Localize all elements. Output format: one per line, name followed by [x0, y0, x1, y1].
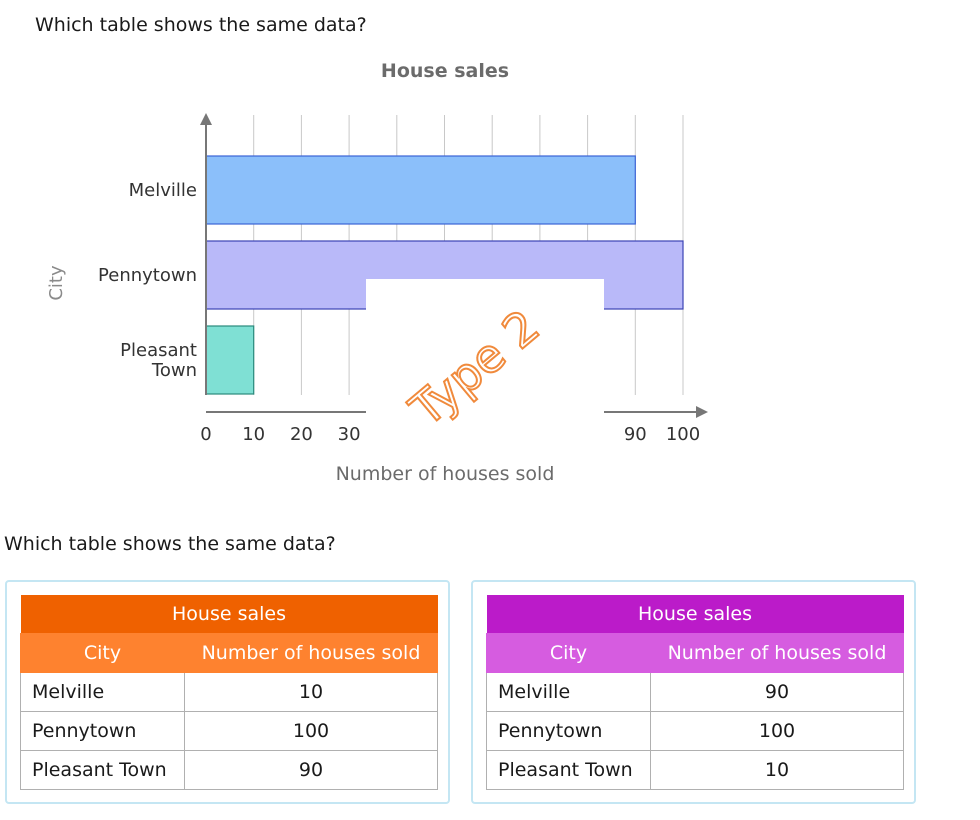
x-tick-label: 90 [624, 424, 647, 445]
data-table-a: House sales City Number of houses sold M… [20, 595, 438, 790]
table-row: Pleasant Town 90 [20, 750, 438, 790]
table-cell: Pleasant Town [486, 750, 651, 790]
category-label: Pennytown [98, 265, 197, 286]
table-title: House sales [486, 595, 904, 634]
x-tick-label: 0 [200, 424, 211, 445]
y-axis-arrow [200, 113, 212, 125]
category-label: Melville [129, 180, 197, 201]
table-cell: 100 [650, 711, 904, 751]
x-tick-label: 10 [242, 424, 265, 445]
category-label: Town [151, 360, 197, 381]
x-tick-label: 30 [338, 424, 361, 445]
table-cell: Pennytown [20, 711, 185, 751]
table-row: Pennytown 100 [486, 711, 904, 751]
answer-option-b[interactable]: House sales City Number of houses sold M… [471, 580, 916, 804]
chart-title: House sales [381, 60, 509, 82]
bar [205, 325, 255, 395]
chart-xlabel: Number of houses sold [336, 463, 555, 485]
column-header-city: City [486, 633, 651, 673]
bar-chart: Melville Pennytown PleasantTown 0 10 20 30 90 10… [46, 60, 708, 485]
table-cell: Melville [486, 672, 651, 712]
category-label: Pleasant [120, 340, 197, 361]
table-cell: 100 [184, 711, 438, 751]
table-row: Melville 10 [20, 672, 438, 712]
x-tick-label: 20 [290, 424, 313, 445]
table-cell: Pleasant Town [20, 750, 185, 790]
answer-option-a[interactable]: House sales City Number of houses sold M… [5, 580, 450, 804]
table-cell: Melville [20, 672, 185, 712]
bar [205, 155, 636, 225]
column-header-houses-sold: Number of houses sold [650, 633, 904, 673]
chart-ylabel: City [46, 265, 67, 301]
table-row: Pleasant Town 10 [486, 750, 904, 790]
table-cell: 90 [184, 750, 438, 790]
x-tick-label: 100 [666, 424, 700, 445]
table-cell: Pennytown [486, 711, 651, 751]
table-cell: 90 [650, 672, 904, 712]
table-title: House sales [20, 595, 438, 634]
table-cell: 10 [184, 672, 438, 712]
column-header-houses-sold: Number of houses sold [184, 633, 438, 673]
table-row: Pennytown 100 [20, 711, 438, 751]
column-header-city: City [20, 633, 185, 673]
x-axis-arrow [696, 406, 708, 418]
data-table-b: House sales City Number of houses sold M… [486, 595, 904, 790]
table-row: Melville 90 [486, 672, 904, 712]
question-text-repeat: Which table shows the same data? [4, 533, 336, 555]
table-cell: 10 [650, 750, 904, 790]
